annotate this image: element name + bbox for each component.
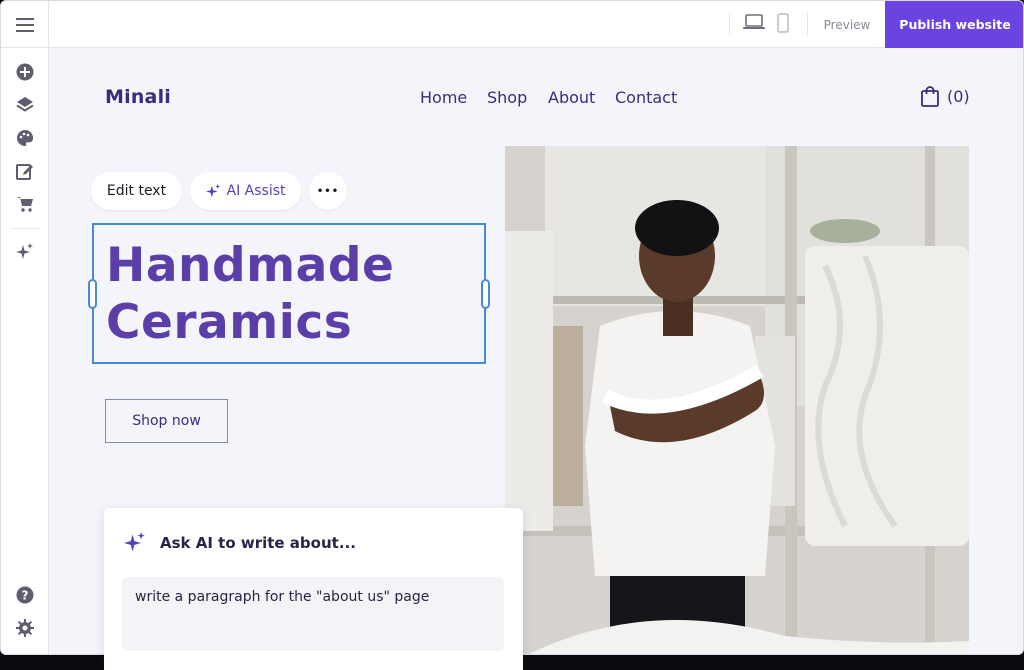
nav-about[interactable]: About bbox=[548, 88, 595, 107]
settings-button[interactable] bbox=[15, 618, 35, 638]
headline-line-2: Ceramics bbox=[106, 295, 353, 350]
site-logo[interactable]: Minali bbox=[105, 86, 171, 108]
site-cart[interactable]: (0) bbox=[921, 86, 970, 107]
resize-handle-left[interactable] bbox=[88, 279, 97, 309]
help-button[interactable]: ? bbox=[15, 585, 35, 605]
shop-now-button[interactable]: Shop now bbox=[105, 399, 228, 443]
hero-image bbox=[505, 146, 969, 654]
cart-count: (0) bbox=[947, 87, 970, 106]
desktop-view-button[interactable] bbox=[743, 13, 765, 31]
cart-icon bbox=[17, 197, 33, 212]
editor-topbar: Preview Publish website bbox=[1, 1, 1023, 48]
nav-home[interactable]: Home bbox=[420, 88, 467, 107]
topbar-divider bbox=[729, 13, 730, 35]
tool-rail: ? bbox=[1, 48, 49, 654]
layers-button[interactable] bbox=[15, 95, 35, 115]
add-element-button[interactable] bbox=[15, 62, 35, 82]
edit-icon bbox=[16, 164, 33, 180]
store-button[interactable] bbox=[15, 194, 35, 214]
add-icon bbox=[16, 63, 34, 81]
topbar-divider bbox=[807, 13, 808, 35]
sparkles-icon bbox=[16, 243, 33, 259]
ai-assist-button[interactable]: AI Assist bbox=[190, 172, 301, 210]
sparkles-icon bbox=[124, 532, 145, 552]
hamburger-icon bbox=[15, 17, 34, 32]
theme-button[interactable] bbox=[15, 128, 35, 148]
laptop-icon bbox=[743, 14, 765, 29]
menu-button[interactable] bbox=[1, 1, 49, 48]
headline-selection[interactable]: Handmade Ceramics bbox=[88, 223, 490, 364]
publish-button[interactable]: Publish website bbox=[885, 1, 1023, 48]
palette-icon bbox=[17, 129, 34, 146]
rail-divider bbox=[11, 228, 39, 229]
svg-text:?: ? bbox=[22, 589, 29, 603]
nav-shop[interactable]: Shop bbox=[487, 88, 527, 107]
ai-write-panel: Ask AI to write about... write a paragra… bbox=[104, 508, 523, 670]
headline-line-1: Handmade bbox=[106, 238, 395, 293]
help-icon: ? bbox=[16, 586, 34, 604]
ai-panel-title: Ask AI to write about... bbox=[160, 534, 356, 552]
nav-contact[interactable]: Contact bbox=[615, 88, 677, 107]
preview-button[interactable]: Preview bbox=[811, 1, 883, 48]
mobile-view-button[interactable] bbox=[777, 13, 789, 33]
settings-icon bbox=[16, 619, 34, 637]
edit-content-button[interactable] bbox=[15, 161, 35, 181]
ai-prompt-input[interactable]: write a paragraph for the "about us" pag… bbox=[122, 577, 504, 651]
more-options-button[interactable]: ••• bbox=[309, 172, 347, 210]
ceramics-studio-photo bbox=[505, 146, 969, 654]
layers-icon bbox=[16, 97, 34, 112]
sparkles-icon bbox=[205, 183, 220, 197]
hero-headline[interactable]: Handmade Ceramics bbox=[106, 237, 394, 351]
shopping-bag-icon bbox=[921, 86, 939, 107]
ai-tools-button[interactable] bbox=[15, 242, 35, 262]
ai-assist-label: AI Assist bbox=[226, 183, 286, 199]
resize-handle-right[interactable] bbox=[481, 279, 490, 309]
edit-text-button[interactable]: Edit text bbox=[91, 172, 182, 210]
mobile-icon bbox=[777, 13, 789, 33]
